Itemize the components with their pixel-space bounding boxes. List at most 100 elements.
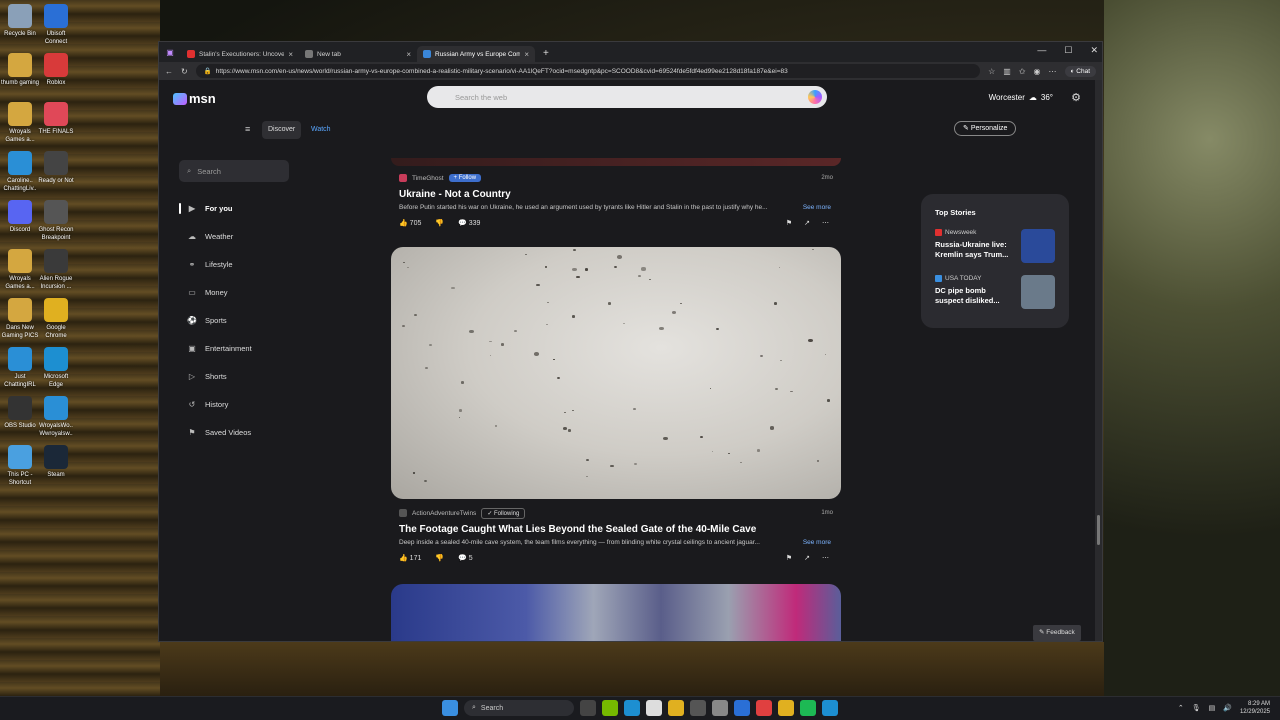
volume-icon[interactable]: 🔊 xyxy=(1223,704,1232,712)
desktop-shortcut[interactable]: Ready or Not xyxy=(36,151,76,185)
sidebar-item-money[interactable]: ▭ Money xyxy=(179,278,289,306)
sidebar-item-entertainment[interactable]: ▣ Entertainment xyxy=(179,334,289,362)
desktop-shortcut[interactable]: Recycle Bin xyxy=(0,4,40,38)
desktop-shortcut[interactable]: Ubisoft Connect xyxy=(36,4,76,46)
tab-close-icon[interactable]: × xyxy=(288,50,293,59)
comment-button[interactable]: 💬 339 xyxy=(458,219,480,227)
profile-icon[interactable]: ◉ xyxy=(1034,67,1041,76)
desktop-shortcut[interactable]: Wroyals Games a... xyxy=(0,102,40,144)
dislike-icon[interactable]: 👎 xyxy=(435,219,444,227)
sidebar-item-weather[interactable]: ☁ Weather xyxy=(179,222,289,250)
network-icon[interactable]: ▤ xyxy=(1209,704,1216,712)
sidebar-item-for-you[interactable]: ▶ For you xyxy=(179,194,289,222)
url-field[interactable]: 🔒 https://www.msn.com/en-us/news/world/r… xyxy=(195,64,981,78)
like-button[interactable]: 👍 171 xyxy=(399,554,421,562)
app-icon[interactable] xyxy=(756,700,772,716)
minimize-button[interactable]: — xyxy=(1037,45,1046,56)
more-icon[interactable]: ⋯ xyxy=(1049,67,1057,76)
new-tab-button[interactable]: + xyxy=(543,48,549,59)
edge-active-icon[interactable] xyxy=(822,700,838,716)
split-screen-icon[interactable]: ▥ xyxy=(1003,67,1011,76)
like-button[interactable]: 👍 705 xyxy=(399,219,421,227)
share-icon[interactable]: ↗ xyxy=(804,219,810,227)
clock[interactable]: 8:29 AM 12/29/2025 xyxy=(1240,700,1270,716)
comment-button[interactable]: 💬 5 xyxy=(458,554,473,562)
sidebar-item-sports[interactable]: ⚽ Sports xyxy=(179,306,289,334)
browser-tab[interactable]: New tab × xyxy=(299,46,417,62)
sidebar-item-shorts[interactable]: ▷ Shorts xyxy=(179,362,289,390)
bookmark-icon[interactable]: ⚑ xyxy=(786,219,792,227)
article-source[interactable]: ActionAdventureTwins xyxy=(412,510,476,517)
top-story-item[interactable]: Newsweek Russia-Ukraine live: Kremlin say… xyxy=(935,229,1055,275)
article-headline[interactable]: Ukraine - Not a Country xyxy=(391,189,841,200)
share-icon[interactable]: ↗ xyxy=(804,554,810,562)
chrome-icon[interactable] xyxy=(778,700,794,716)
desktop-shortcut[interactable]: Just ChattingIRL xyxy=(0,347,40,389)
desktop-shortcut[interactable]: Steam xyxy=(36,445,76,479)
see-more-link[interactable]: See more xyxy=(803,539,831,546)
sidebar-item-history[interactable]: ↺ History xyxy=(179,390,289,418)
desktop-shortcut[interactable]: This PC - Shortcut xyxy=(0,445,40,487)
browser-tab[interactable]: Russian Army vs Europe Comb × xyxy=(417,46,535,62)
desktop-shortcut[interactable]: Dans New Gaming PICS xyxy=(0,298,40,340)
file-explorer-icon[interactable] xyxy=(668,700,684,716)
close-button[interactable]: ✕ xyxy=(1090,45,1098,56)
desktop-shortcut[interactable]: Caroline.. ChattingLiv.. xyxy=(0,151,40,193)
page-scrollbar[interactable] xyxy=(1095,80,1102,641)
desktop-shortcut[interactable]: Microsoft Edge xyxy=(36,347,76,389)
previous-video-thumbnail[interactable] xyxy=(391,158,841,166)
follow-button[interactable]: + Follow xyxy=(448,174,482,182)
settings-icon[interactable] xyxy=(712,700,728,716)
more-options-icon[interactable]: ⋯ xyxy=(822,554,829,562)
weather-widget[interactable]: Worcester ☁ 36° xyxy=(989,93,1053,102)
nvidia-icon[interactable] xyxy=(602,700,618,716)
menu-hamburger-icon[interactable]: ≡ xyxy=(245,124,250,134)
see-more-link[interactable]: See more xyxy=(803,204,831,211)
tab-close-icon[interactable]: × xyxy=(406,50,411,59)
article-source[interactable]: TimeGhost xyxy=(412,175,444,182)
following-button[interactable]: ✓ Following xyxy=(481,507,526,519)
notepad-icon[interactable] xyxy=(646,700,662,716)
tab-watch[interactable]: Watch xyxy=(311,121,331,139)
task-view-icon[interactable] xyxy=(580,700,596,716)
article-headline[interactable]: The Footage Caught What Lies Beyond the … xyxy=(391,524,841,535)
workspaces-icon[interactable]: ▣ xyxy=(159,48,181,57)
chevron-up-icon[interactable]: ⌃ xyxy=(1178,704,1184,712)
desktop-shortcut[interactable]: Alien Rogue Incursion ... xyxy=(36,249,76,291)
taskbar-search-input[interactable]: ⌕ Search xyxy=(464,700,574,716)
sidebar-item-saved-videos[interactable]: ⚑ Saved Videos xyxy=(179,418,289,446)
calculator-icon[interactable] xyxy=(690,700,706,716)
back-icon[interactable]: ← xyxy=(165,67,173,76)
favorites-icon[interactable]: ✩ xyxy=(1019,67,1026,76)
desktop-shortcut[interactable]: THE FINALS xyxy=(36,102,76,136)
tab-discover[interactable]: Discover xyxy=(262,121,302,139)
favorite-star-icon[interactable]: ☆ xyxy=(988,67,995,76)
desktop-shortcut[interactable]: thumb gaming xyxy=(0,53,40,87)
next-video-thumbnail[interactable] xyxy=(391,584,841,641)
desktop-shortcut[interactable]: WroyalsWo.. Wwroyalsw.. xyxy=(36,396,76,438)
edge-icon[interactable] xyxy=(624,700,640,716)
web-search-input[interactable]: Search the web xyxy=(427,86,827,108)
more-options-icon[interactable]: ⋯ xyxy=(822,219,829,227)
desktop-shortcut[interactable]: Ghost Recon Breakpoint xyxy=(36,200,76,242)
vscode-icon[interactable] xyxy=(734,700,750,716)
tab-close-icon[interactable]: × xyxy=(524,50,529,59)
copilot-icon[interactable] xyxy=(808,90,822,104)
feedback-button[interactable]: ✎ Feedback xyxy=(1033,625,1081,641)
sidebar-item-lifestyle[interactable]: ⚭ Lifestyle xyxy=(179,250,289,278)
scrollbar-thumb[interactable] xyxy=(1097,515,1100,545)
browser-tab[interactable]: Stalin's Executioners: Uncovering S × xyxy=(181,46,299,62)
cave-video-player[interactable] xyxy=(391,247,841,499)
refresh-icon[interactable]: ↻ xyxy=(181,67,188,76)
top-story-item[interactable]: USA TODAY DC pipe bomb suspect disliked..… xyxy=(935,275,1055,321)
desktop-shortcut[interactable]: Discord xyxy=(0,200,40,234)
maximize-button[interactable]: ☐ xyxy=(1064,45,1072,56)
bookmark-icon[interactable]: ⚑ xyxy=(786,554,792,562)
spotify-icon[interactable] xyxy=(800,700,816,716)
microphone-icon[interactable]: 🎙 xyxy=(1192,704,1201,712)
desktop-shortcut[interactable]: Google Chrome xyxy=(36,298,76,340)
desktop-shortcut[interactable]: Roblox xyxy=(36,53,76,87)
sidebar-search-input[interactable]: ⌕ Search xyxy=(179,160,289,182)
start-windows-icon[interactable] xyxy=(442,700,458,716)
desktop-shortcut[interactable]: Wroyals Games a... xyxy=(0,249,40,291)
